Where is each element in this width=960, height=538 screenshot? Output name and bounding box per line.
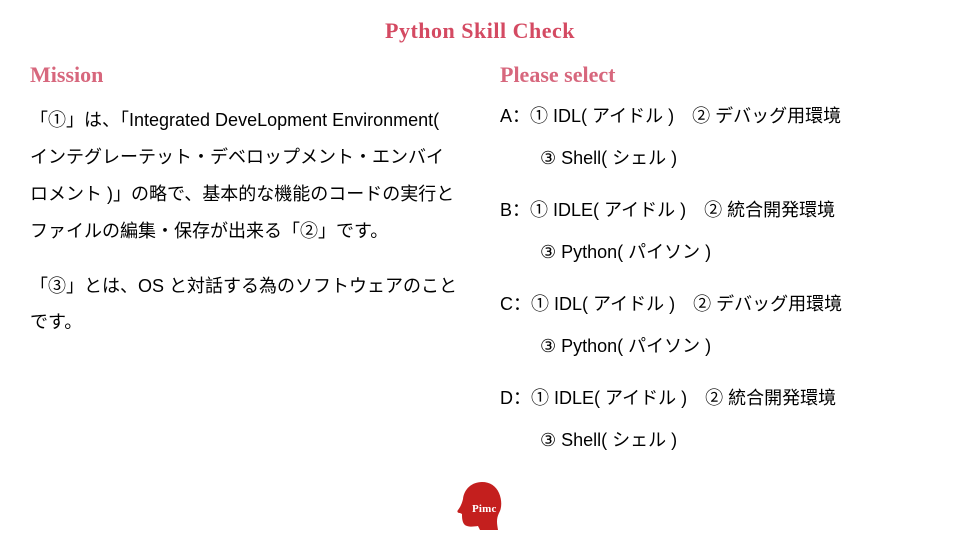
logo: Pimc bbox=[450, 480, 510, 532]
select-column: Please select A：① IDL( アイドル ) ② デバッグ用環境 … bbox=[500, 62, 930, 452]
logo-text: Pimc bbox=[472, 503, 497, 515]
option-a-line1: A：① IDL( アイドル ) ② デバッグ用環境 bbox=[500, 102, 930, 128]
option-c-line2: ③ Python( パイソン ) bbox=[500, 332, 930, 358]
mission-heading: Mission bbox=[30, 62, 460, 88]
option-b[interactable]: B：① IDLE( アイドル ) ② 統合開発環境 ③ Python( パイソン… bbox=[500, 196, 930, 264]
option-a[interactable]: A：① IDL( アイドル ) ② デバッグ用環境 ③ Shell( シェル ) bbox=[500, 102, 930, 170]
content-columns: Mission 「①」は、「Integrated DeveLopment Env… bbox=[0, 44, 960, 452]
option-d-line1: D：① IDLE( アイドル ) ② 統合開発環境 bbox=[500, 384, 930, 410]
option-b-line2: ③ Python( パイソン ) bbox=[500, 238, 930, 264]
footer: Pimc bbox=[0, 480, 960, 532]
option-a-line2: ③ Shell( シェル ) bbox=[500, 144, 930, 170]
page-title: Python Skill Check bbox=[0, 0, 960, 44]
option-d-line2: ③ Shell( シェル ) bbox=[500, 426, 930, 452]
mission-text: 「①」は、「Integrated DeveLopment Environment… bbox=[30, 102, 460, 341]
option-b-line1: B：① IDLE( アイドル ) ② 統合開発環境 bbox=[500, 196, 930, 222]
mission-column: Mission 「①」は、「Integrated DeveLopment Env… bbox=[30, 62, 460, 452]
mission-paragraph-1: 「①」は、「Integrated DeveLopment Environment… bbox=[30, 102, 460, 250]
option-c[interactable]: C：① IDL( アイドル ) ② デバッグ用環境 ③ Python( パイソン… bbox=[500, 290, 930, 358]
mission-paragraph-2: 「③」とは、OS と対話する為のソフトウェアのことです。 bbox=[30, 268, 460, 342]
option-d[interactable]: D：① IDLE( アイドル ) ② 統合開発環境 ③ Shell( シェル ) bbox=[500, 384, 930, 452]
options-list: A：① IDL( アイドル ) ② デバッグ用環境 ③ Shell( シェル )… bbox=[500, 102, 930, 452]
option-c-line1: C：① IDL( アイドル ) ② デバッグ用環境 bbox=[500, 290, 930, 316]
select-heading: Please select bbox=[500, 62, 930, 88]
